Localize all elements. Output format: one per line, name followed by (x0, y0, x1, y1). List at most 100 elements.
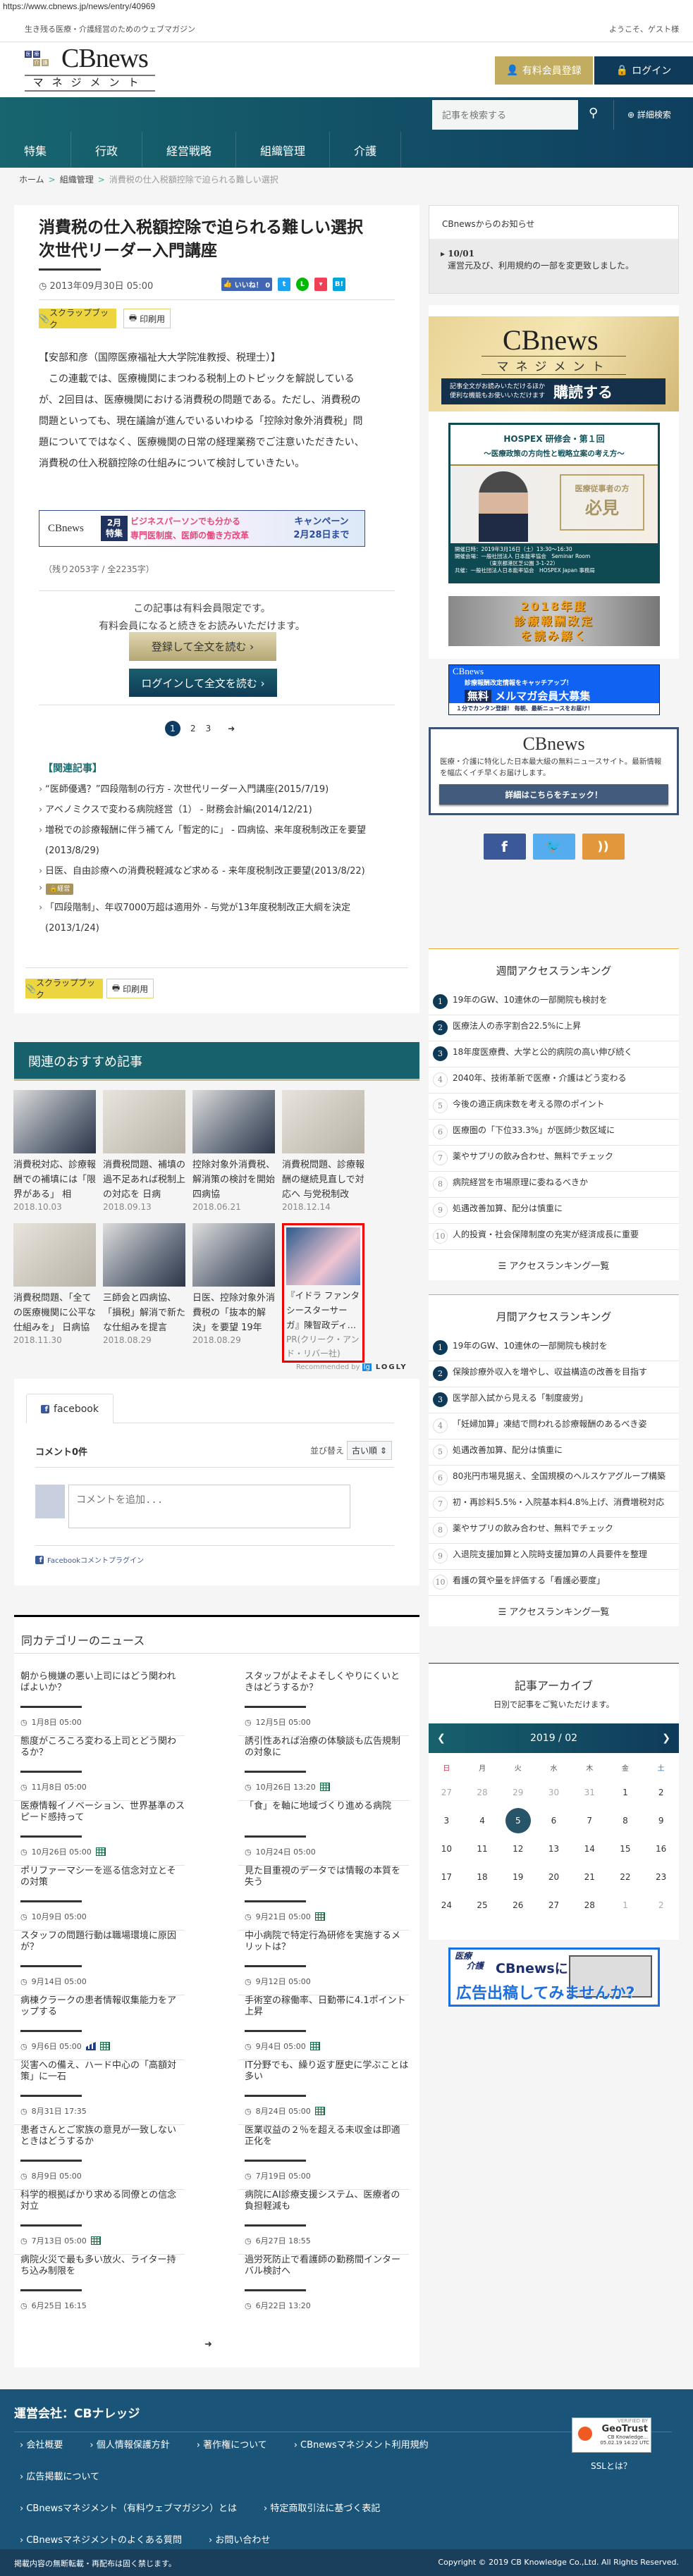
ranking-item[interactable]: 4 2040年、技術革新で医療・介護はどう変わる (429, 1067, 679, 1094)
ranking-item[interactable]: 2 保険診療外収入を増やし、収益構造の改善を目指す (429, 1361, 679, 1387)
calendar-day[interactable]: 21 (572, 1864, 608, 1893)
subscribe-banner[interactable]: CBnews マネジメント 記事全文がお読みいただけるほか 便利な機能もお使いいた… (429, 316, 679, 411)
ranking-item[interactable]: 9 処遇改善加算、配分は慎重に (429, 1198, 679, 1224)
twitter-share-icon[interactable]: t (278, 278, 290, 291)
notice-item[interactable]: ▸ 10/01 運営元及び、利用規約の一部を変更致しました。 (429, 239, 678, 293)
calendar-day[interactable]: 4 (465, 1808, 501, 1836)
calendar-day[interactable]: 19 (500, 1864, 536, 1893)
nav-organization[interactable]: 組織管理 (236, 132, 331, 168)
ranking-item[interactable]: 2 医療法人の赤字割合22.5%に上昇 (429, 1015, 679, 1041)
next-page-arrow-icon[interactable]: ➜ (228, 724, 235, 733)
comment-input[interactable] (68, 1485, 350, 1528)
ranking-item[interactable]: 3 18年度医療費、大学と公的病院の高い伸び続く (429, 1041, 679, 1067)
calendar-day[interactable]: 20 (536, 1864, 572, 1893)
news-item[interactable]: 手術室の稼働率、日勤帯に4.1ポイント上昇 ◷ 9月4日 05:00 (238, 1995, 409, 2060)
footer-link[interactable]: CBnewsマネジメントのよくある質問 (20, 2532, 182, 2546)
recommended-item[interactable]: 日医、控除対象外消費税の「抜本的解決」を要望 19年度…2018.08.29 (192, 1223, 275, 1363)
ranking-item[interactable]: 5 処遇改善加算、配分は慎重に (429, 1439, 679, 1466)
related-link[interactable]: 「四段階制」、年収7000万超は適用外 - 与党が13年度税制改正大綱を決定(2… (39, 898, 391, 939)
ranking-item[interactable]: 5 今後の適正病床数を考える際のポイント (429, 1094, 679, 1120)
ranking-item[interactable]: 9 入退院支援加算と入院時支援加算の人員要件を整理 (429, 1544, 679, 1570)
calendar-day[interactable]: 11 (465, 1836, 501, 1864)
calendar-day[interactable]: 9 (643, 1808, 679, 1836)
login-read-button[interactable]: ログインして全文を読む › (129, 669, 277, 697)
facebook-icon[interactable]: f (483, 834, 526, 860)
recommended-item[interactable]: 消費税問題、診療報酬の継続見直しで対応へ 与党税制改正…2018.12.14 (282, 1090, 364, 1212)
next-page-arrow-icon[interactable]: ➜ (204, 2339, 212, 2350)
recommended-item[interactable]: 控除対象外消費税、解消策の検討を開始 四病協 2018.06.21 (192, 1090, 275, 1212)
advertise-banner[interactable]: 医療 介護 CBnewsに 広告出稿してみませんか? (448, 1948, 660, 2007)
print-button-bottom[interactable]: 🖶 印刷用 (106, 979, 154, 998)
related-link[interactable]: “医師優遇？”四段階制の行方 - 次世代リーダー入門講座(2015/7/19) (39, 779, 391, 800)
news-item[interactable]: 朝から機嫌の悪い上司にはどう関わればよいか？ ◷ 1月8日 05:00 (14, 1671, 185, 1736)
calendar-day[interactable]: 7 (572, 1808, 608, 1836)
facebook-like-button[interactable]: 👍 いいね！ 0 (221, 278, 272, 291)
recommended-by[interactable]: Recommended by lg LOGLY (296, 1363, 407, 1371)
news-item[interactable]: 医療情報イノベーション、世界基準のスピード感持って ◷ 10月26日 05:00 (14, 1801, 185, 1866)
ranking-item[interactable]: 10 看護の質や量を評価する「看護必要度」 (429, 1570, 679, 1596)
calendar-day[interactable]: 24 (429, 1893, 465, 1921)
calendar-day[interactable]: 15 (608, 1836, 644, 1864)
ranking-item[interactable]: 7 薬やサプリの飲み合わせ、無料でチェック (429, 1146, 679, 1172)
related-link[interactable]: アベノミクスで変わる病院経営（1） - 財務会計編(2014/12/21) (39, 800, 391, 820)
recommended-item[interactable]: 消費税問題、補填の過不足あれば税制上の対応を 日病協、…2018.09.13 (103, 1090, 185, 1212)
news-item[interactable]: ポリファーマシーを巡る信念対立とその対策 ◷ 10月9日 05:00 (14, 1866, 185, 1931)
calendar-day[interactable]: 26 (500, 1893, 536, 1921)
calendar-day[interactable]: 30 (536, 1780, 572, 1808)
line-share-icon[interactable]: L (296, 278, 309, 291)
login-button[interactable]: 🔒 ログイン (594, 56, 693, 85)
calendar-day[interactable]: 18 (465, 1864, 501, 1893)
print-button[interactable]: 🖶 印刷用 (123, 309, 171, 328)
twitter-icon[interactable]: 🐦 (532, 834, 575, 860)
news-item[interactable]: IT分野でも、繰り返す歴史に学ぶことは多い ◷ 8月24日 05:00 (238, 2060, 409, 2125)
hatena-bookmark-icon[interactable]: B! (333, 278, 345, 291)
calendar-day[interactable]: 23 (643, 1864, 679, 1893)
calendar-day[interactable]: 5 (500, 1808, 536, 1836)
recommended-item[interactable]: 三師会と四病協、「損税」解消で新たな仕組みを提言 日…2018.08.29 (103, 1223, 185, 1363)
calendar-day[interactable]: 16 (643, 1836, 679, 1864)
search-input[interactable] (432, 100, 578, 130)
news-item[interactable]: 病院にAI診療支援システム、医療者の負担軽減も ◷ 6月27日 18:55 (238, 2190, 409, 2255)
news-item[interactable]: 科学的根拠ばかり求める同僚との信念対立 ◷ 7月13日 05:00 (14, 2190, 185, 2255)
related-link[interactable]: 日医、自由診療への消費税軽減など求める - 来年度税制改正要望(2013/8/2… (39, 861, 391, 881)
ranking-item[interactable]: 8 病院経営を市場原理に委ねるべきか (429, 1172, 679, 1198)
calendar-day[interactable]: 1 (608, 1780, 644, 1808)
breadcrumb-category[interactable]: 組織管理 (60, 175, 94, 185)
calendar-day[interactable]: 14 (572, 1836, 608, 1864)
calendar-day[interactable]: 27 (429, 1780, 465, 1808)
news-item[interactable]: 災害への備え、ハード中心の「高額対策」に一石 ◷ 8月31日 17:35 (14, 2060, 185, 2125)
footer-link[interactable]: 著作権について (197, 2437, 267, 2451)
prev-month-icon[interactable]: ❮ (437, 1733, 446, 1744)
news-item[interactable]: 患者さんとご家族の意見が一致しないときはどうするか ◷ 8月9日 05:00 (14, 2125, 185, 2190)
news-item[interactable]: 態度がころころ変わる上司とどう関わるか？ ◷ 11月8日 05:00 (14, 1736, 185, 1801)
ranking-list-link[interactable]: ☰ アクセスランキング一覧 (429, 1250, 679, 1280)
facebook-tab[interactable]: f facebook (26, 1394, 114, 1423)
nav-feature[interactable]: 特集 (0, 132, 72, 168)
news-item[interactable]: 医業収益の２％を超える未収金は即適正化を ◷ 7月19日 05:00 (238, 2125, 409, 2190)
scrapbook-button[interactable]: 📎 スクラップブック (39, 308, 116, 330)
calendar-day[interactable]: 10 (429, 1836, 465, 1864)
promo-details-button[interactable]: 詳細はこちらをチェック！ (439, 784, 668, 805)
hospex-seminar-banner[interactable]: HOSPEX 研修会・第１回 ～医療政策の方向性と戦略立案の考え方～ 医療従事者の… (448, 423, 660, 583)
recommended-item[interactable]: 消費税問題、「全ての医療機関に公平な仕組みを」 日病協 2018.11.30 (13, 1223, 96, 1363)
geotrust-seal[interactable]: VERIFIED BY GeoTrust CB Knowledge... 05.… (572, 2417, 651, 2453)
footer-link[interactable]: 広告掲載について (20, 2469, 99, 2482)
calendar-day[interactable]: 25 (465, 1893, 501, 1921)
ranking-item[interactable]: 10 人的投資・社会保障制度の充実が経済成長に重要 (429, 1224, 679, 1250)
news-item[interactable]: スタッフがよそよそしくやりにくいときはどうするか？ ◷ 12月5日 05:00 (238, 1671, 409, 1736)
rss-icon[interactable]: )) (582, 834, 625, 860)
calendar-day[interactable]: 27 (536, 1893, 572, 1921)
footer-link[interactable]: お問い合わせ (209, 2532, 270, 2546)
news-item[interactable]: 誘引性あれば治療の体験談も広告規制の対象に ◷ 10月26日 13:20 (238, 1736, 409, 1801)
facebook-plugin-link[interactable]: f Facebookコメントプラグイン (35, 1554, 144, 1565)
calendar-day[interactable]: 1 (608, 1893, 644, 1921)
calendar-day[interactable]: 22 (608, 1864, 644, 1893)
calendar-day[interactable]: 2 (643, 1780, 679, 1808)
related-link[interactable]: 増税での診療報酬に伴う補てん「暫定的に」 - 四病協、来年度税制改正を要望(20… (39, 820, 391, 861)
site-logo[interactable]: 医 療 介 護 CBnews マネジメント (25, 44, 159, 93)
pocket-icon[interactable]: ▾ (314, 278, 327, 291)
ranking-item[interactable]: 6 医療圏の「下位33.3%」が医師少数区域に (429, 1120, 679, 1146)
ranking-item[interactable]: 6 80兆円市場見据え、全国規模のヘルスケアグループ構築 (429, 1466, 679, 1492)
calendar-day[interactable]: 29 (500, 1780, 536, 1808)
page-3[interactable]: 3 (206, 724, 211, 733)
